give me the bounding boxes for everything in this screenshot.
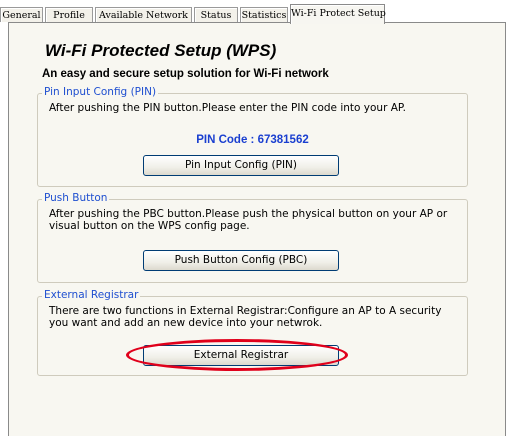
external-registrar-group: External Registrar There are two functio… [37,289,468,376]
pbc-group-description: After pushing the PBC button.Please push… [49,208,448,232]
page-subtitle: An easy and secure setup solution for Wi… [42,68,329,80]
pin-input-config-group: Pin Input Config (PIN) After pushing the… [37,86,468,187]
push-button-config-button[interactable]: Push Button Config (PBC) [143,250,339,271]
er-group-description: There are two functions in External Regi… [49,305,442,329]
tab-available-network[interactable]: Available Network [95,7,192,22]
er-group-legend: External Registrar [42,289,141,301]
tab-status[interactable]: Status [194,7,238,22]
pin-code-display: PIN Code : 67381562 [38,134,467,146]
tab-profile[interactable]: Profile [45,7,93,22]
tab-bar: General Profile Available Network Status… [0,4,513,24]
external-registrar-button[interactable]: External Registrar [143,345,339,366]
tab-general[interactable]: General [0,7,43,22]
tab-statistics[interactable]: Statistics [240,7,288,22]
pin-group-legend: Pin Input Config (PIN) [42,86,159,98]
pin-input-config-button[interactable]: Pin Input Config (PIN) [143,155,339,176]
pin-code-value: 67381562 [257,134,309,146]
pbc-group-legend: Push Button [42,192,110,204]
pin-group-description: After pushing the PIN button.Please ente… [49,102,406,114]
pin-code-label: PIN Code : [196,134,255,146]
page-title: Wi-Fi Protected Setup (WPS) [45,41,277,60]
push-button-group: Push Button After pushing the PBC button… [37,192,468,283]
tab-wifi-protect-setup[interactable]: Wi-Fi Protect Setup [290,4,386,24]
